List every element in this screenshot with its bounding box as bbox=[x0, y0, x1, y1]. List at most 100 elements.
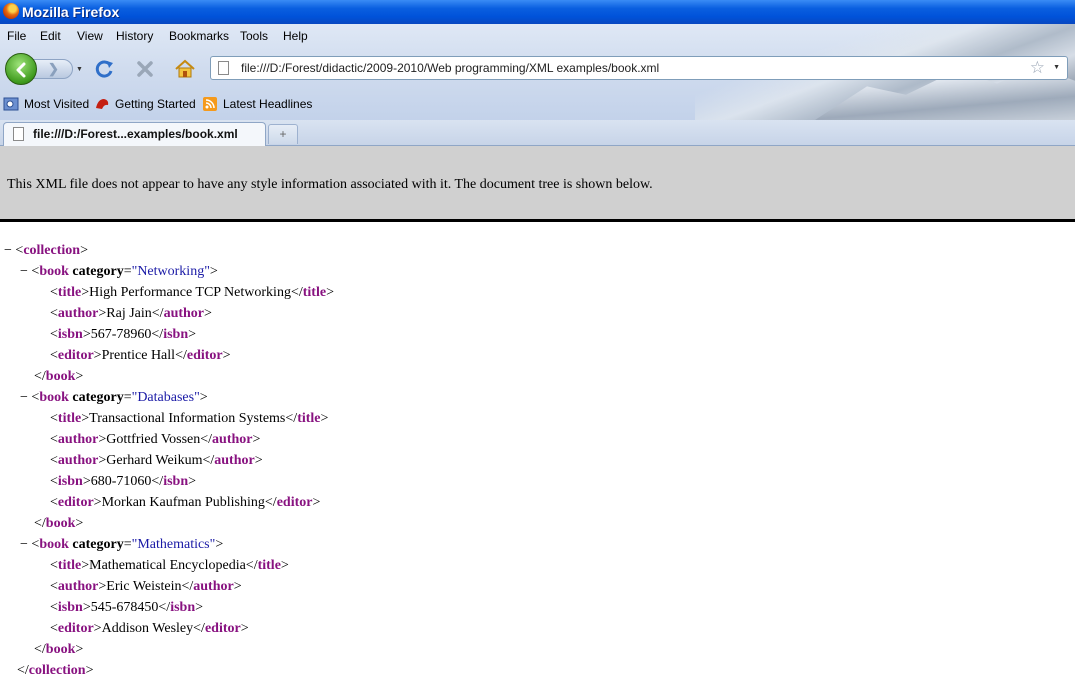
xml-attr-name: category bbox=[72, 390, 124, 405]
xml-text-content: Addison Wesley bbox=[101, 621, 194, 636]
url-dropdown-icon[interactable]: ▼ bbox=[1053, 64, 1060, 71]
most-visited-icon bbox=[3, 97, 19, 111]
xml-tag-name: title bbox=[257, 558, 281, 573]
xml-book-close: </book> bbox=[34, 516, 84, 531]
xml-tag-name: isbn bbox=[57, 327, 83, 342]
xml-tag-name: editor bbox=[276, 495, 313, 510]
xml-element-isbn: <isbn>545-678450</isbn> bbox=[50, 600, 204, 615]
xml-tag-name: author bbox=[57, 453, 99, 468]
menu-bookmarks[interactable]: Bookmarks bbox=[169, 29, 229, 43]
new-tab-button[interactable]: + bbox=[268, 124, 298, 144]
back-button[interactable] bbox=[5, 53, 37, 85]
xml-text-content: Mathematical Encyclopedia bbox=[89, 558, 246, 573]
xml-info-banner: This XML file does not appear to have an… bbox=[0, 146, 1075, 222]
forward-arrow-icon: ❯ bbox=[48, 61, 59, 76]
xml-tag-name: isbn bbox=[57, 600, 83, 615]
bookmark-getting-started[interactable]: Getting Started bbox=[115, 97, 196, 111]
collapse-toggle[interactable]: − bbox=[20, 390, 31, 405]
xml-tag-name: collection bbox=[23, 243, 81, 258]
navigation-toolbar: ❯ ▼ file:///D:/Forest/didactic/2009-2010… bbox=[0, 50, 1075, 90]
info-message: This XML file does not appear to have an… bbox=[7, 177, 653, 192]
xml-tag-name: author bbox=[57, 306, 99, 321]
menu-tools[interactable]: Tools bbox=[240, 29, 268, 43]
xml-element-editor: <editor>Prentice Hall</editor> bbox=[50, 348, 231, 363]
xml-tag-name: book bbox=[39, 264, 69, 279]
reload-icon[interactable] bbox=[94, 58, 116, 80]
history-dropdown-icon[interactable]: ▼ bbox=[76, 66, 83, 73]
url-text[interactable]: file:///D:/Forest/didactic/2009-2010/Web… bbox=[241, 61, 659, 75]
tab-label: file:///D:/Forest...examples/book.xml bbox=[33, 127, 238, 141]
bookmark-latest-headlines[interactable]: Latest Headlines bbox=[223, 97, 312, 111]
collapse-toggle[interactable]: − bbox=[20, 537, 31, 552]
menu-history[interactable]: History bbox=[116, 29, 153, 43]
bookmark-most-visited[interactable]: Most Visited bbox=[24, 97, 89, 111]
xml-element-editor: <editor>Addison Wesley</editor> bbox=[50, 621, 249, 636]
xml-text-content: 545-678450 bbox=[90, 600, 159, 615]
xml-book-close: </book> bbox=[34, 369, 84, 384]
collapse-toggle[interactable]: − bbox=[4, 243, 15, 258]
window-titlebar: Mozilla Firefox bbox=[0, 0, 1075, 24]
rss-feed-icon bbox=[203, 97, 217, 111]
xml-book-open: − <book category="Databases"> bbox=[20, 390, 208, 405]
xml-element-title: <title>Mathematical Encyclopedia</title> bbox=[50, 558, 289, 573]
xml-tag-name: author bbox=[193, 579, 234, 594]
window-title: Mozilla Firefox bbox=[22, 4, 120, 20]
xml-root-close: </collection> bbox=[17, 663, 94, 678]
xml-tag-name: author bbox=[212, 432, 253, 447]
xml-tag-name: collection bbox=[28, 663, 86, 678]
xml-attr-name: category bbox=[72, 264, 124, 279]
menu-edit[interactable]: Edit bbox=[40, 29, 61, 43]
xml-tag-name: title bbox=[297, 411, 321, 426]
tab-book-xml[interactable]: file:///D:/Forest...examples/book.xml bbox=[3, 122, 266, 146]
home-icon[interactable] bbox=[174, 58, 196, 80]
xml-element-isbn: <isbn>567-78960</isbn> bbox=[50, 327, 197, 342]
xml-book-close: </book> bbox=[34, 642, 84, 657]
xml-tag-name: title bbox=[57, 411, 82, 426]
collapse-toggle[interactable]: − bbox=[20, 264, 31, 279]
xml-book-open: − <book category="Networking"> bbox=[20, 264, 218, 279]
xml-attr-value: "Mathematics" bbox=[131, 537, 216, 552]
menu-help[interactable]: Help bbox=[283, 29, 308, 43]
xml-text-content: Transactional Information Systems bbox=[89, 411, 286, 426]
forward-button[interactable]: ❯ bbox=[33, 59, 73, 79]
xml-tag-name: author bbox=[214, 453, 255, 468]
page-icon bbox=[218, 61, 229, 75]
xml-text-content: Gottfried Vossen bbox=[106, 432, 201, 447]
tab-strip: file:///D:/Forest...examples/book.xml + bbox=[0, 120, 1075, 146]
xml-root-open: − <collection> bbox=[4, 243, 88, 258]
xml-element-author: <author>Eric Weistein</author> bbox=[50, 579, 242, 594]
xml-text-content: 567-78960 bbox=[90, 327, 152, 342]
xml-tag-name: author bbox=[163, 306, 205, 321]
xml-tag-name: book bbox=[45, 642, 76, 657]
xml-tag-name: isbn bbox=[57, 474, 83, 489]
getting-started-icon bbox=[96, 99, 109, 109]
xml-text-content: Gerhard Weikum bbox=[106, 453, 203, 468]
xml-tag-name: title bbox=[57, 558, 82, 573]
xml-text-content: Eric Weistein bbox=[106, 579, 182, 594]
xml-element-author: <author>Raj Jain</author> bbox=[50, 306, 212, 321]
menu-view[interactable]: View bbox=[77, 29, 103, 43]
stop-icon[interactable] bbox=[134, 58, 156, 80]
bookmark-star-icon[interactable]: ☆ bbox=[1030, 58, 1045, 78]
xml-tag-name: book bbox=[39, 537, 69, 552]
xml-element-author: <author>Gottfried Vossen</author> bbox=[50, 432, 261, 447]
menu-file[interactable]: File bbox=[7, 29, 26, 43]
xml-tag-name: isbn bbox=[163, 474, 189, 489]
firefox-logo-icon bbox=[3, 3, 19, 19]
address-bar[interactable]: file:///D:/Forest/didactic/2009-2010/Web… bbox=[210, 56, 1068, 80]
xml-tag-name: title bbox=[302, 285, 327, 300]
xml-tag-name: editor bbox=[204, 621, 241, 636]
page-icon bbox=[13, 127, 24, 141]
xml-text-content: 680-71060 bbox=[90, 474, 152, 489]
xml-tag-name: editor bbox=[57, 621, 94, 636]
xml-tag-name: isbn bbox=[163, 327, 189, 342]
back-arrow-icon bbox=[16, 62, 26, 78]
xml-tag-name: author bbox=[57, 432, 99, 447]
xml-tag-name: author bbox=[57, 579, 99, 594]
xml-attr-name: category bbox=[72, 537, 124, 552]
xml-text-content: High Performance TCP Networking bbox=[89, 285, 291, 300]
xml-tag-name: editor bbox=[57, 495, 94, 510]
xml-tag-name: isbn bbox=[170, 600, 196, 615]
xml-tag-name: book bbox=[45, 516, 76, 531]
xml-element-title: <title>High Performance TCP Networking</… bbox=[50, 285, 334, 300]
